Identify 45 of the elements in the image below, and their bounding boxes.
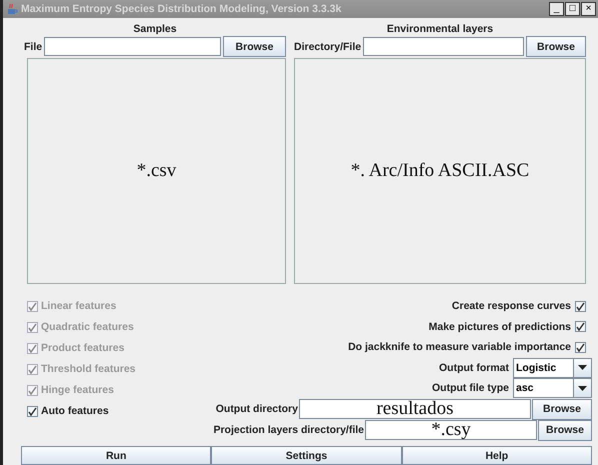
checkbox-label: Quadratic features [41,321,134,333]
checkbox-label: Auto features [41,405,109,417]
browse-button[interactable]: Browse [526,36,586,57]
dropdown[interactable]: asc [513,378,592,398]
browse-button[interactable]: Browse [532,398,592,420]
checkbox[interactable] [575,342,586,353]
section-heading: Samples [132,22,178,36]
dropdown-label: Output format [439,362,509,374]
path-field[interactable] [363,37,524,56]
caret-icon [578,386,587,391]
field-label: Directory/File [294,40,362,52]
cup-icon [6,3,18,15]
dropdown[interactable]: Logistic [513,358,592,378]
browse-button[interactable]: Browse [538,420,592,440]
window-control[interactable]: □ [565,2,580,16]
list-text: *. Arc/Info ASCII.ASC [350,160,530,182]
section-heading: Environmental layers [386,22,494,36]
checkbox-label: Threshold features [41,363,136,375]
field-label: Projection layers directory/file [213,424,364,436]
checkbox-label: Make pictures of predictions [428,320,571,333]
checkbox[interactable] [575,300,586,312]
checkbox[interactable] [27,406,38,416]
window-control[interactable]: _ [549,2,564,16]
path-field[interactable]: resultados [299,399,531,419]
list-text: *.csv [136,160,176,182]
dropdown-label: Output file type [432,382,509,394]
action-button[interactable]: Help [402,446,592,465]
action-button[interactable]: Settings [211,446,402,465]
file-list[interactable]: *. Arc/Info ASCII.ASC [294,58,586,284]
window-title: Maximum Entropy Species Distribution Modeling, Version 3.3.3k [21,3,342,15]
checkbox-label: Product features [41,342,124,354]
path-field[interactable]: *.csy [365,420,537,440]
checkbox-label: Do jackknife to measure variable importance [348,341,571,354]
window-control[interactable]: × [581,2,596,16]
checkbox-label: Create response curves [452,300,571,312]
caret-icon [578,365,587,370]
path-field[interactable] [44,37,221,56]
checkbox-label: Linear features [41,300,116,312]
field-label: File [24,40,42,52]
checkbox-label: Hinge features [41,384,114,396]
file-list[interactable]: *.csv [27,58,286,284]
action-button[interactable]: Run [21,446,212,465]
field-label: Output directory [216,403,298,415]
browse-button[interactable]: Browse [223,36,286,57]
checkbox[interactable] [575,321,586,332]
